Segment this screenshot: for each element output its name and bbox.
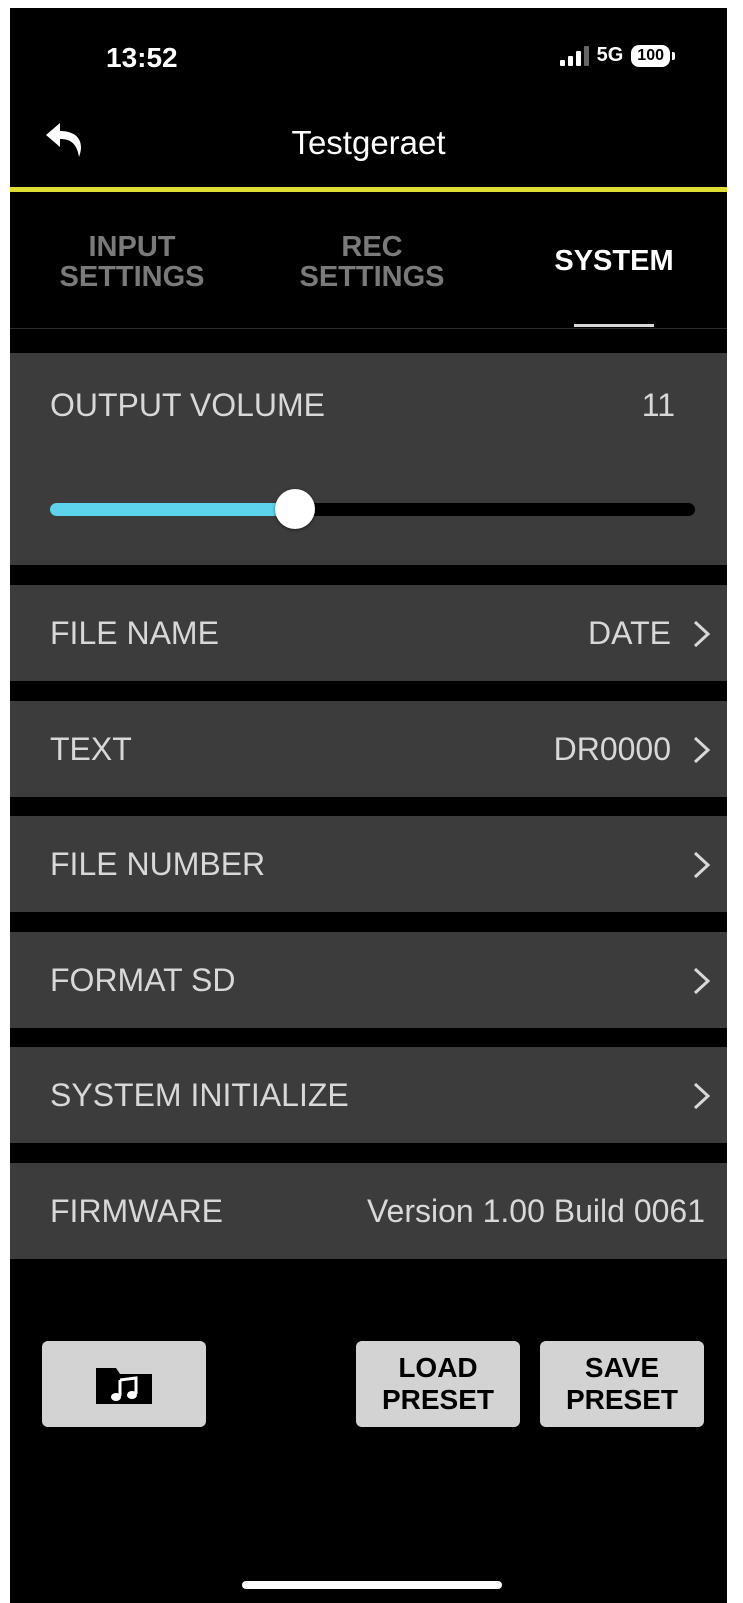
active-tab-indicator <box>574 324 654 327</box>
battery-icon: 100 <box>631 44 675 67</box>
row-label: FILE NAME <box>50 615 219 651</box>
chevron-right-icon <box>693 967 711 995</box>
tab-label: SYSTEM <box>554 245 674 277</box>
tab-divider <box>10 328 727 329</box>
firmware-version: Version 1.00 Build 0061 <box>366 1193 705 1229</box>
row-label: FORMAT SD <box>50 962 236 998</box>
chevron-right-icon <box>693 620 711 648</box>
save-preset-label: SAVE PRESET <box>565 1352 679 1415</box>
tab-system[interactable]: SYSTEM <box>514 246 714 276</box>
row-value: DR0000 <box>553 731 671 767</box>
volume-slider[interactable] <box>50 489 695 529</box>
chevron-right-icon <box>693 736 711 764</box>
row-label: FIRMWARE <box>50 1193 224 1229</box>
output-volume-label: OUTPUT VOLUME <box>50 387 325 423</box>
status-indicators: 5G 100 <box>559 44 675 67</box>
tab-label: REC SETTINGS <box>299 231 445 293</box>
phone-screen: 13:52 5G 100 Testgeraet INPUT SETTINGS R… <box>10 8 727 1603</box>
tab-rec-settings[interactable]: REC SETTINGS <box>272 232 472 292</box>
output-volume-value: 11 <box>641 387 675 423</box>
file-name-row[interactable]: FILE NAME DATE <box>10 585 727 681</box>
home-indicator[interactable] <box>242 1581 502 1589</box>
chevron-right-icon <box>693 851 711 879</box>
firmware-row: FIRMWARE Version 1.00 Build 0061 <box>10 1163 727 1259</box>
load-preset-button[interactable]: LOAD PRESET <box>356 1341 520 1427</box>
file-number-row[interactable]: FILE NUMBER <box>10 816 727 912</box>
volume-slider-fill <box>50 503 296 516</box>
save-preset-button[interactable]: SAVE PRESET <box>540 1341 704 1427</box>
battery-level: 100 <box>631 44 670 67</box>
status-time: 13:52 <box>106 42 178 73</box>
row-value: DATE <box>588 615 671 651</box>
row-label: SYSTEM INITIALIZE <box>50 1077 349 1113</box>
format-sd-row[interactable]: FORMAT SD <box>10 932 727 1028</box>
tab-label: INPUT SETTINGS <box>59 231 205 293</box>
network-type: 5G <box>596 44 624 66</box>
tab-input-settings[interactable]: INPUT SETTINGS <box>32 232 232 292</box>
music-folder-icon <box>96 1368 152 1404</box>
system-initialize-row[interactable]: SYSTEM INITIALIZE <box>10 1047 727 1143</box>
page-title: Testgeraet <box>291 124 446 161</box>
signal-icon <box>559 45 589 66</box>
row-label: TEXT <box>50 731 132 767</box>
header-accent-line <box>10 187 727 192</box>
output-volume-panel: OUTPUT VOLUME 11 <box>10 353 727 565</box>
text-row[interactable]: TEXT DR0000 <box>10 701 727 797</box>
volume-slider-thumb[interactable] <box>275 489 316 529</box>
chevron-right-icon <box>693 1082 711 1110</box>
folder-button[interactable] <box>42 1341 206 1427</box>
load-preset-label: LOAD PRESET <box>381 1352 495 1415</box>
row-label: FILE NUMBER <box>50 846 266 882</box>
